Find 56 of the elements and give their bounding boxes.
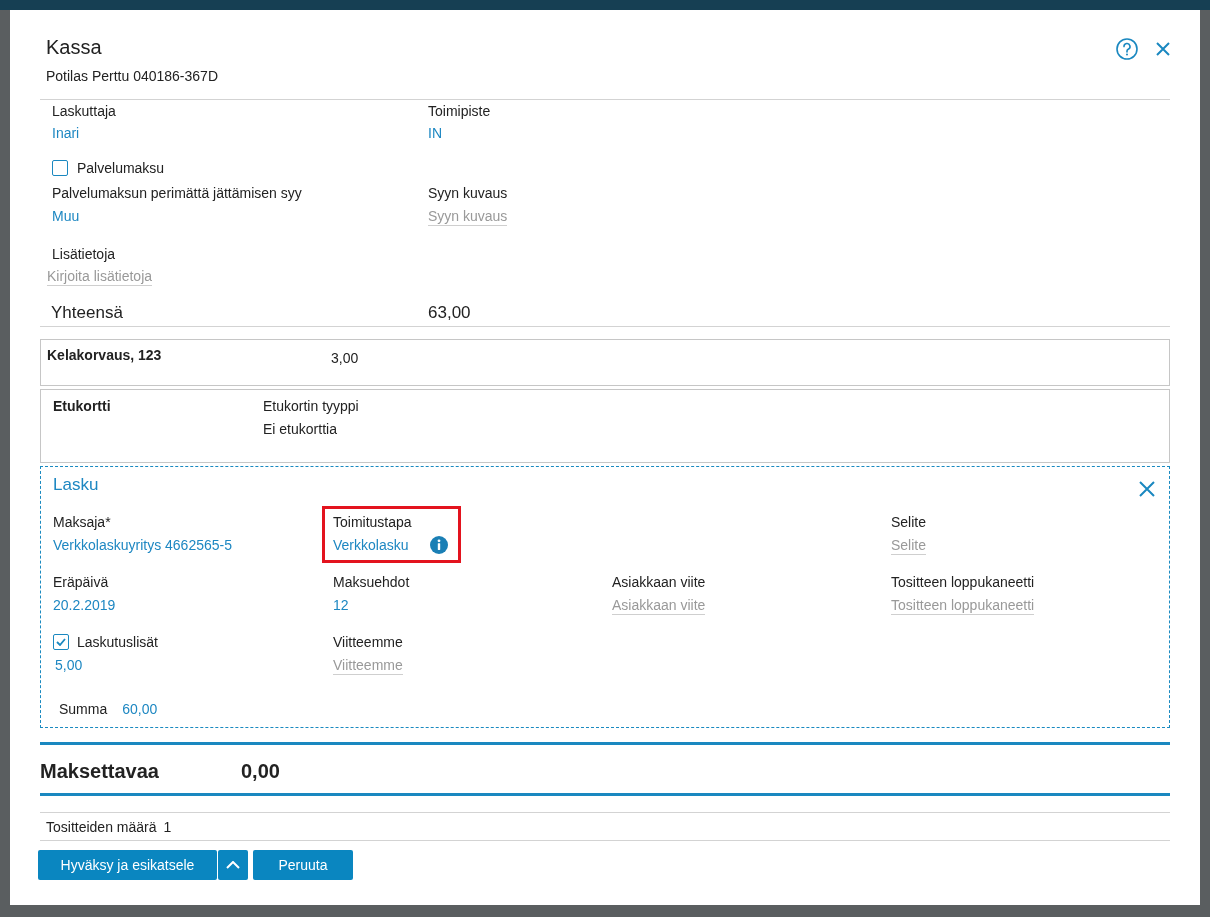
field-label: Toimitustapa	[333, 513, 412, 532]
field-value[interactable]: 20.2.2019	[53, 595, 116, 615]
action-button[interactable]: Hyväksy ja esikatsele	[38, 850, 217, 880]
dropdown-button[interactable]	[218, 850, 248, 880]
field-label: Maksuehdot	[333, 573, 410, 592]
checkbox[interactable]	[52, 160, 68, 176]
checkbox-label: Laskutuslisät	[77, 633, 158, 652]
dialog-subtitle: Potilas Perttu 040186-367D	[46, 67, 218, 86]
dialog-title: Kassa	[46, 35, 102, 59]
field-label: Syyn kuvaus	[428, 184, 508, 203]
field-label: Etukortin tyyppi	[263, 397, 359, 416]
field-value[interactable]: 12	[333, 595, 349, 615]
panel-title: Etukortti	[53, 397, 111, 416]
checkmark-icon	[56, 638, 66, 646]
field-label: Palvelumaksun perimättä jättämisen syy	[52, 184, 302, 203]
input-field[interactable]: Kirjoita lisätietoja	[47, 266, 153, 286]
total-label: Yhteensä	[51, 302, 123, 324]
input-field[interactable]: Viitteemme	[333, 655, 403, 675]
field-value[interactable]: 5,00	[55, 655, 83, 675]
field-value[interactable]: Muu	[52, 206, 80, 226]
field-label: Viitteemme	[333, 633, 403, 652]
field-label: Toimipiste	[428, 102, 491, 121]
input-field[interactable]: Tositteen loppukaneetti	[891, 595, 1035, 615]
voucher-count-value: 1	[163, 818, 172, 837]
amount-due-label: Maksettavaa	[40, 759, 159, 784]
input-field[interactable]: Asiakkaan viite	[612, 595, 706, 615]
field-text: Ei etukorttia	[263, 420, 337, 439]
input-field[interactable]: Selite	[891, 535, 927, 555]
field-label: Eräpäivä	[53, 573, 109, 592]
checkbox-label: Palvelumaksu	[77, 159, 165, 178]
help-icon[interactable]	[1116, 38, 1138, 60]
field-value[interactable]: Verkkolasku	[333, 535, 409, 555]
input-field[interactable]: Syyn kuvaus	[428, 206, 508, 226]
field-value[interactable]: IN	[428, 123, 442, 143]
field-label: Maksaja*	[53, 513, 111, 532]
field-value[interactable]: Inari	[52, 123, 80, 143]
panel-title: Lasku	[53, 474, 99, 496]
reimbursement-value: 3,00	[331, 349, 359, 368]
chevron-up-icon	[226, 861, 240, 869]
checkbox[interactable]	[53, 634, 69, 650]
sum-value: 60,00	[122, 700, 158, 719]
action-button[interactable]: Peruuta	[253, 850, 353, 880]
field-label: Selite	[891, 513, 927, 532]
reimbursement-label: Kelakorvaus, 123	[47, 346, 162, 365]
field-label: Lisätietoja	[52, 245, 116, 264]
field-label: Asiakkaan viite	[612, 573, 706, 592]
field-label: Tositteen loppukaneetti	[891, 573, 1035, 592]
field-label: Laskuttaja	[52, 102, 116, 121]
amount-due-value: 0,00	[241, 759, 280, 784]
close-icon[interactable]	[1156, 42, 1170, 56]
sum-label: Summa	[59, 700, 108, 719]
voucher-count-label: Tositteiden määrä	[46, 818, 157, 837]
field-value[interactable]: Verkkolaskuyritys 4662565-5	[53, 535, 232, 555]
close-icon[interactable]	[1139, 481, 1155, 497]
info-icon[interactable]	[430, 536, 449, 554]
total-value: 63,00	[428, 302, 471, 324]
